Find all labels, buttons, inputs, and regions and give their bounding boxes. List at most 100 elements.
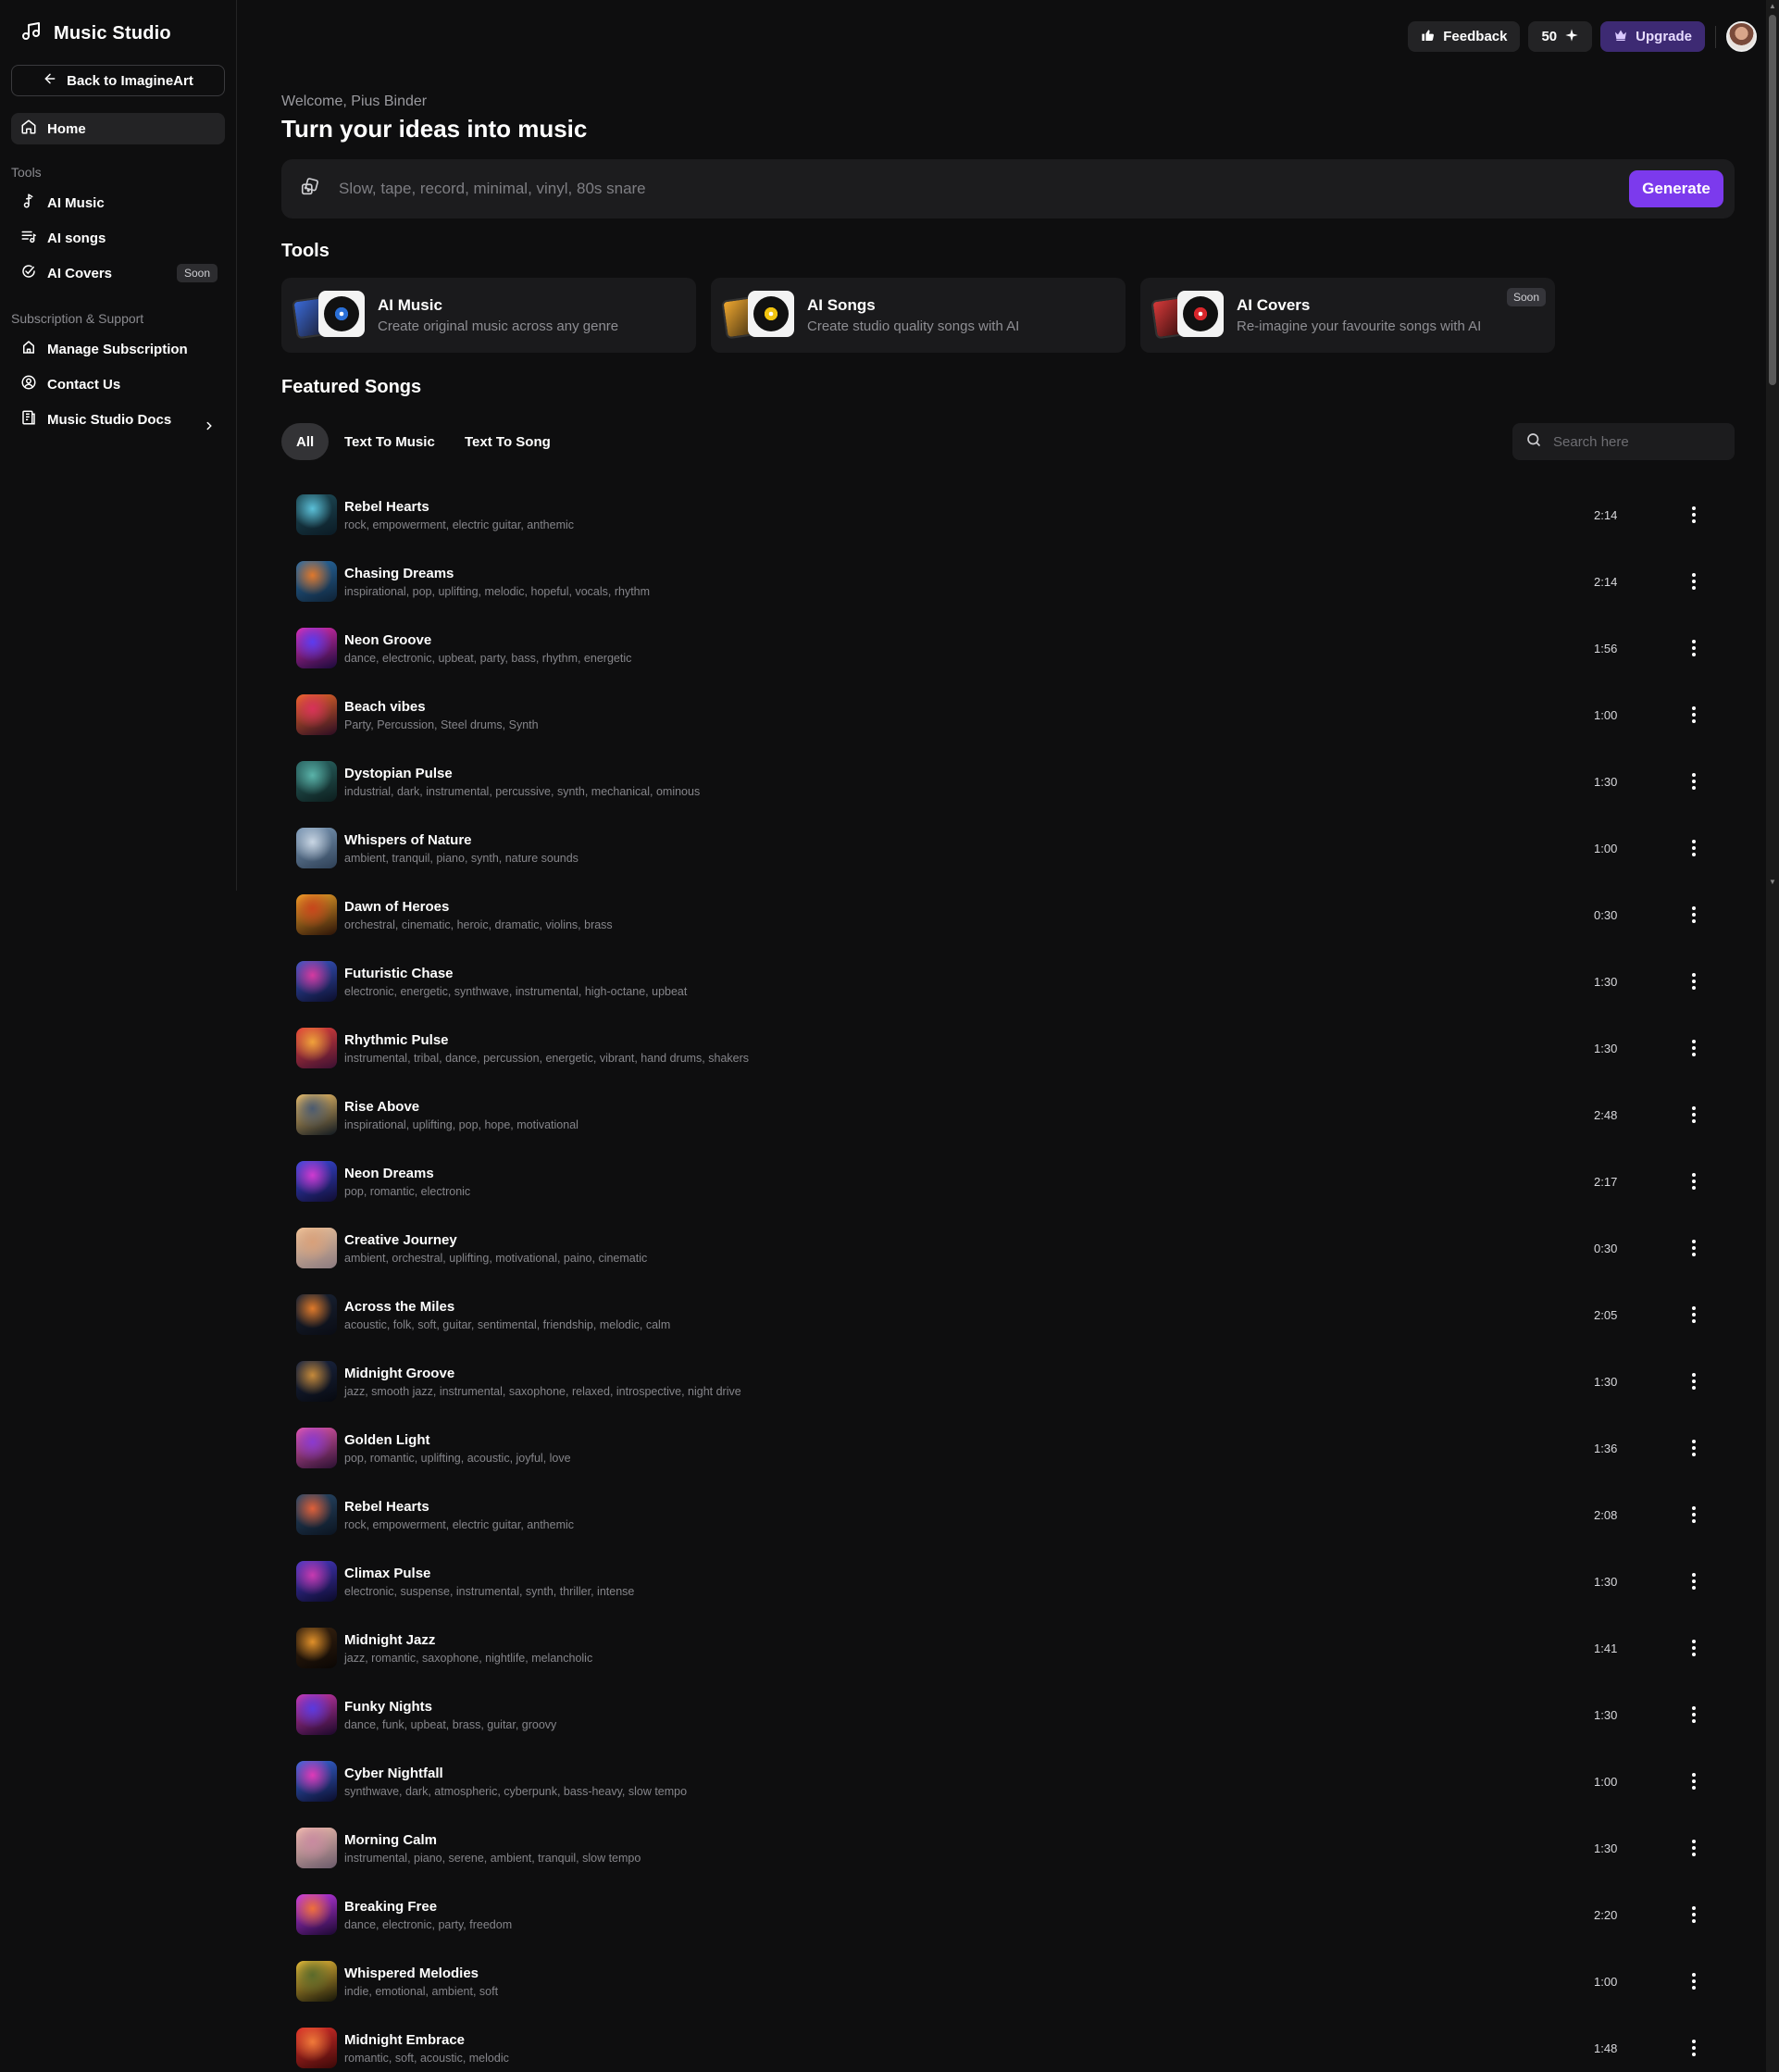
song-row[interactable]: Funky Nights dance, funk, upbeat, brass,…	[281, 1681, 1735, 1748]
more-options-icon[interactable]	[1685, 1437, 1703, 1459]
more-options-icon[interactable]	[1685, 770, 1703, 793]
more-options-icon[interactable]	[1685, 1570, 1703, 1592]
song-title: Rise Above	[344, 1098, 420, 1115]
more-options-icon[interactable]	[1685, 1704, 1703, 1726]
song-row[interactable]: Morning Calm instrumental, piano, serene…	[281, 1815, 1735, 1881]
more-options-icon[interactable]	[1685, 504, 1703, 526]
song-row[interactable]: Midnight Jazz jazz, romantic, saxophone,…	[281, 1615, 1735, 1681]
back-to-imagineart-button[interactable]: Back to ImagineArt	[11, 65, 225, 96]
nav-ai-music[interactable]: AI Music	[11, 185, 225, 220]
more-options-icon[interactable]	[1685, 837, 1703, 859]
prompt-input[interactable]	[339, 180, 1629, 198]
tool-card-ai-covers[interactable]: AI Covers Re-imagine your favourite song…	[1140, 278, 1555, 353]
more-options-icon[interactable]	[1685, 704, 1703, 726]
song-row[interactable]: Rebel Hearts rock, empowerment, electric…	[281, 481, 1735, 548]
song-row[interactable]: Dawn of Heroes orchestral, cinematic, he…	[281, 881, 1735, 948]
tool-name: AI Covers	[1237, 296, 1311, 314]
song-row[interactable]: Neon Groove dance, electronic, upbeat, p…	[281, 615, 1735, 681]
filter-text-to-song[interactable]: Text To Song	[446, 423, 569, 460]
app-brand[interactable]: Music Studio	[11, 0, 225, 67]
search-input[interactable]	[1553, 433, 1729, 450]
song-thumbnail	[296, 694, 337, 735]
song-tags: pop, romantic, uplifting, acoustic, joyf…	[344, 1451, 571, 1465]
song-row[interactable]: Cyber Nightfall synthwave, dark, atmosph…	[281, 1748, 1735, 1815]
song-row[interactable]: Dystopian Pulse industrial, dark, instru…	[281, 748, 1735, 815]
tool-desc: Create original music across any genre	[378, 318, 619, 334]
song-row[interactable]: Whispers of Nature ambient, tranquil, pi…	[281, 815, 1735, 881]
song-row[interactable]: Rhythmic Pulse instrumental, tribal, dan…	[281, 1015, 1735, 1081]
more-options-icon[interactable]	[1685, 2037, 1703, 2059]
song-tags: dance, electronic, upbeat, party, bass, …	[344, 651, 632, 665]
more-options-icon[interactable]	[1685, 570, 1703, 593]
song-row[interactable]: Creative Journey ambient, orchestral, up…	[281, 1215, 1735, 1281]
search-box	[1512, 423, 1735, 460]
more-options-icon[interactable]	[1685, 970, 1703, 992]
song-row[interactable]: Midnight Groove jazz, smooth jazz, instr…	[281, 1348, 1735, 1415]
nav-music-studio-docs[interactable]: Music Studio Docs	[11, 402, 225, 437]
more-options-icon[interactable]	[1685, 637, 1703, 659]
scrollbar-thumb[interactable]	[1769, 15, 1776, 385]
more-options-icon[interactable]	[1685, 1037, 1703, 1059]
more-options-icon[interactable]	[1685, 1504, 1703, 1526]
nav-manage-subscription[interactable]: Manage Subscription	[11, 331, 225, 367]
tool-desc: Re-imagine your favourite songs with AI	[1237, 318, 1482, 334]
song-tags: dance, electronic, party, freedom	[344, 1917, 513, 1931]
song-title: Neon Dreams	[344, 1165, 434, 1181]
more-options-icon[interactable]	[1685, 1637, 1703, 1659]
upgrade-button[interactable]: Upgrade	[1600, 21, 1705, 52]
filter-text-to-music[interactable]: Text To Music	[326, 423, 454, 460]
scroll-up-arrow-icon[interactable]: ▲	[1769, 2, 1776, 10]
tool-card-ai-songs[interactable]: AI Songs Create studio quality songs wit…	[711, 278, 1126, 353]
more-options-icon[interactable]	[1685, 1903, 1703, 1926]
nav-music-studio-docs-label: Music Studio Docs	[47, 411, 172, 428]
song-duration: 2:05	[1594, 1307, 1618, 1322]
more-options-icon[interactable]	[1685, 1237, 1703, 1259]
prompt-bar: Generate	[281, 159, 1735, 218]
song-row[interactable]: Breaking Free dance, electronic, party, …	[281, 1881, 1735, 1948]
song-row[interactable]: Across the Miles acoustic, folk, soft, g…	[281, 1281, 1735, 1348]
scrollbar[interactable]: ▲ ▼	[1766, 0, 1779, 2072]
song-title: Rebel Hearts	[344, 1498, 429, 1515]
song-row[interactable]: Futuristic Chase electronic, energetic, …	[281, 948, 1735, 1015]
app-title: Music Studio	[54, 22, 171, 44]
more-options-icon[interactable]	[1685, 1837, 1703, 1859]
scroll-down-arrow-icon[interactable]: ▼	[1769, 878, 1776, 886]
song-title: Golden Light	[344, 1431, 430, 1448]
nav-ai-covers[interactable]: AI Covers Soon	[11, 256, 225, 291]
feedback-label: Feedback	[1443, 29, 1508, 44]
more-options-icon[interactable]	[1685, 1370, 1703, 1392]
more-options-icon[interactable]	[1685, 1304, 1703, 1326]
upgrade-label: Upgrade	[1636, 29, 1692, 44]
song-row[interactable]: Chasing Dreams inspirational, pop, uplif…	[281, 548, 1735, 615]
credits-button[interactable]: 50	[1528, 21, 1593, 52]
filter-all[interactable]: All	[281, 423, 330, 460]
home-icon	[20, 119, 37, 139]
nav-ai-songs[interactable]: AI songs	[11, 220, 225, 256]
song-tags: synthwave, dark, atmospheric, cyberpunk,…	[344, 1784, 688, 1798]
song-row[interactable]: Rebel Hearts rock, empowerment, electric…	[281, 1481, 1735, 1548]
song-thumbnail	[296, 1094, 337, 1135]
song-row[interactable]: Neon Dreams pop, romantic, electronic 2:…	[281, 1148, 1735, 1215]
song-row[interactable]: Climax Pulse electronic, suspense, instr…	[281, 1548, 1735, 1615]
more-options-icon[interactable]	[1685, 1970, 1703, 1992]
nav-home[interactable]: Home	[11, 113, 225, 144]
song-row[interactable]: Rise Above inspirational, uplifting, pop…	[281, 1081, 1735, 1148]
nav-contact-us[interactable]: Contact Us	[11, 367, 225, 402]
tool-card-ai-music[interactable]: AI Music Create original music across an…	[281, 278, 696, 353]
song-row[interactable]: Beach vibes Party, Percussion, Steel dru…	[281, 681, 1735, 748]
feedback-button[interactable]: Feedback	[1408, 21, 1521, 52]
more-options-icon[interactable]	[1685, 1104, 1703, 1126]
song-row[interactable]: Whispered Melodies indie, emotional, amb…	[281, 1948, 1735, 2015]
more-options-icon[interactable]	[1685, 904, 1703, 926]
more-options-icon[interactable]	[1685, 1770, 1703, 1792]
generate-button[interactable]: Generate	[1629, 170, 1723, 207]
song-list: Rebel Hearts rock, empowerment, electric…	[281, 481, 1735, 2072]
avatar[interactable]	[1726, 21, 1757, 52]
song-duration: 0:30	[1594, 1241, 1618, 1255]
dice-icon[interactable]	[281, 177, 320, 202]
song-tags: industrial, dark, instrumental, percussi…	[344, 784, 701, 798]
song-tags: acoustic, folk, soft, guitar, sentimenta…	[344, 1317, 671, 1331]
more-options-icon[interactable]	[1685, 1170, 1703, 1192]
song-row[interactable]: Golden Light pop, romantic, uplifting, a…	[281, 1415, 1735, 1481]
song-row[interactable]: Midnight Embrace romantic, soft, acousti…	[281, 2015, 1735, 2072]
